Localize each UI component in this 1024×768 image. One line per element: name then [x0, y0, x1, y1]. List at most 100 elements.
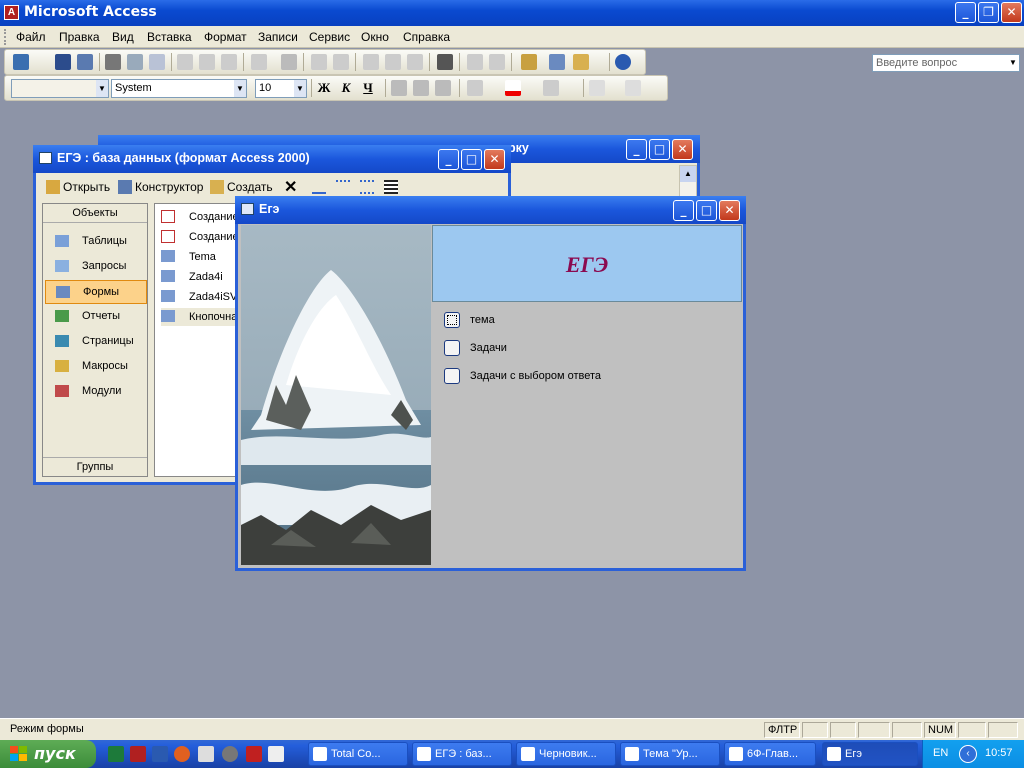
taskbar-button[interactable]: Тема "Ур...	[620, 742, 720, 766]
menu-insert[interactable]: Вставка	[147, 30, 192, 44]
line-color-icon[interactable]	[543, 80, 559, 96]
menu-window[interactable]: Окно	[361, 30, 389, 44]
taskbar-button[interactable]: 6Ф-Глав...	[724, 742, 816, 766]
scroll-up-icon[interactable]: ▲	[680, 166, 696, 182]
opera-icon[interactable]	[174, 746, 190, 762]
minimize-button[interactable]: _	[673, 200, 694, 221]
line-width-icon[interactable]	[589, 80, 605, 96]
filter-by-selection-icon[interactable]	[363, 54, 379, 70]
list-item[interactable]: Tema	[161, 248, 241, 266]
align-center-icon[interactable]	[413, 80, 429, 96]
close-button[interactable]: ✕	[672, 139, 693, 160]
font-name-combo[interactable]: System ▼	[111, 79, 247, 98]
zadachi-button[interactable]	[444, 340, 460, 356]
word-icon[interactable]	[152, 746, 168, 762]
view-icon[interactable]	[13, 54, 29, 70]
file-search-icon[interactable]	[77, 54, 93, 70]
font-size-combo[interactable]: 10 ▼	[255, 79, 307, 98]
underline-button[interactable]: Ч	[359, 80, 377, 96]
large-icons-icon[interactable]	[312, 180, 326, 194]
minimize-button[interactable]: _	[626, 139, 647, 160]
new-object-icon[interactable]	[573, 54, 589, 70]
start-button[interactable]: пуск	[0, 740, 96, 768]
object-modules[interactable]: Модули	[45, 380, 145, 404]
special-effect-icon[interactable]	[625, 80, 641, 96]
menu-format[interactable]: Формат	[204, 30, 247, 44]
excel-icon[interactable]	[108, 746, 124, 762]
delete-record-icon[interactable]	[489, 54, 505, 70]
create-button[interactable]: Создать	[227, 180, 273, 194]
filter-by-form-icon[interactable]	[385, 54, 401, 70]
apply-filter-icon[interactable]	[407, 54, 423, 70]
minimize-button[interactable]: _	[438, 149, 459, 170]
object-pages[interactable]: Страницы	[45, 330, 145, 354]
maximize-button[interactable]: □	[696, 200, 717, 221]
object-forms[interactable]: Формы	[45, 280, 147, 304]
object-tables[interactable]: Таблицы	[45, 230, 145, 254]
sort-ascending-icon[interactable]	[311, 54, 327, 70]
form-window-titlebar[interactable]: Егэ _ □ ✕	[235, 196, 746, 224]
access-icon[interactable]	[130, 746, 146, 762]
object-queries[interactable]: Запросы	[45, 255, 145, 279]
font-color-icon[interactable]	[505, 80, 521, 96]
new-record-icon[interactable]	[467, 54, 483, 70]
close-button[interactable]: ✕	[719, 200, 740, 221]
properties-icon[interactable]	[521, 54, 537, 70]
delete-icon[interactable]: ✕	[284, 177, 297, 197]
copy-icon[interactable]	[199, 54, 215, 70]
design-button[interactable]: Конструктор	[135, 180, 203, 194]
objects-header[interactable]: Объекты	[43, 204, 147, 223]
menu-help[interactable]: Справка	[403, 30, 450, 44]
ask-question-box[interactable]: Введите вопрос ▼	[872, 54, 1020, 72]
help-icon[interactable]	[615, 54, 631, 70]
list-item[interactable]: Создание	[161, 208, 241, 226]
taskbar-button[interactable]: Черновик...	[516, 742, 616, 766]
app-icon[interactable]	[198, 746, 214, 762]
language-indicator[interactable]: EN	[933, 747, 948, 759]
restore-button[interactable]: ❐	[978, 2, 999, 23]
align-left-icon[interactable]	[391, 80, 407, 96]
fill-color-icon[interactable]	[467, 80, 483, 96]
small-icons-icon[interactable]	[336, 180, 350, 194]
bold-button[interactable]: Ж	[315, 80, 333, 96]
menu-view[interactable]: Вид	[112, 30, 134, 44]
chevron-down-icon[interactable]: ▼	[1007, 55, 1019, 71]
maximize-button[interactable]: □	[649, 139, 670, 160]
list-view-icon[interactable]	[360, 180, 374, 194]
taskbar-button-active[interactable]: Егэ	[822, 742, 918, 766]
zadachi-choice-button[interactable]	[444, 368, 460, 384]
italic-button[interactable]: К	[337, 80, 355, 96]
object-combo[interactable]: ▼	[11, 79, 109, 98]
align-right-icon[interactable]	[435, 80, 451, 96]
close-button[interactable]: ✕	[1001, 2, 1022, 23]
media-icon[interactable]	[222, 746, 238, 762]
desktop-icon[interactable]	[268, 746, 284, 762]
undo-icon[interactable]	[251, 54, 267, 70]
menu-file[interactable]: Файл	[16, 30, 46, 44]
minimize-button[interactable]: _	[955, 2, 976, 23]
details-view-icon[interactable]	[384, 180, 398, 194]
chevron-left-icon[interactable]: ‹	[959, 745, 977, 763]
save-icon[interactable]	[55, 54, 71, 70]
menu-tools[interactable]: Сервис	[309, 30, 350, 44]
menu-edit[interactable]: Правка	[59, 30, 100, 44]
insert-hyperlink-icon[interactable]	[281, 54, 297, 70]
database-window-icon[interactable]	[549, 54, 565, 70]
chevron-down-icon[interactable]: ▼	[96, 80, 108, 97]
menu-records[interactable]: Записи	[258, 30, 298, 44]
list-item[interactable]: Zada4iSVi	[161, 288, 241, 306]
groups-header[interactable]: Группы	[43, 457, 147, 476]
form-window[interactable]: Егэ _ □ ✕ ЕГЭ тема Задачи Задачи с выбор…	[235, 196, 746, 571]
sort-descending-icon[interactable]	[333, 54, 349, 70]
print-preview-icon[interactable]	[127, 54, 143, 70]
cut-icon[interactable]	[177, 54, 193, 70]
find-icon[interactable]	[437, 54, 453, 70]
spelling-icon[interactable]	[149, 54, 165, 70]
paste-icon[interactable]	[221, 54, 237, 70]
open-button[interactable]: Открыть	[63, 180, 110, 194]
taskbar-button[interactable]: ЕГЭ : баз...	[412, 742, 512, 766]
list-item[interactable]: Zada4i	[161, 268, 241, 286]
save-icon[interactable]	[246, 746, 262, 762]
database-window-titlebar[interactable]: ЕГЭ : база данных (формат Access 2000) _…	[33, 145, 511, 173]
chevron-down-icon[interactable]: ▼	[294, 80, 306, 97]
